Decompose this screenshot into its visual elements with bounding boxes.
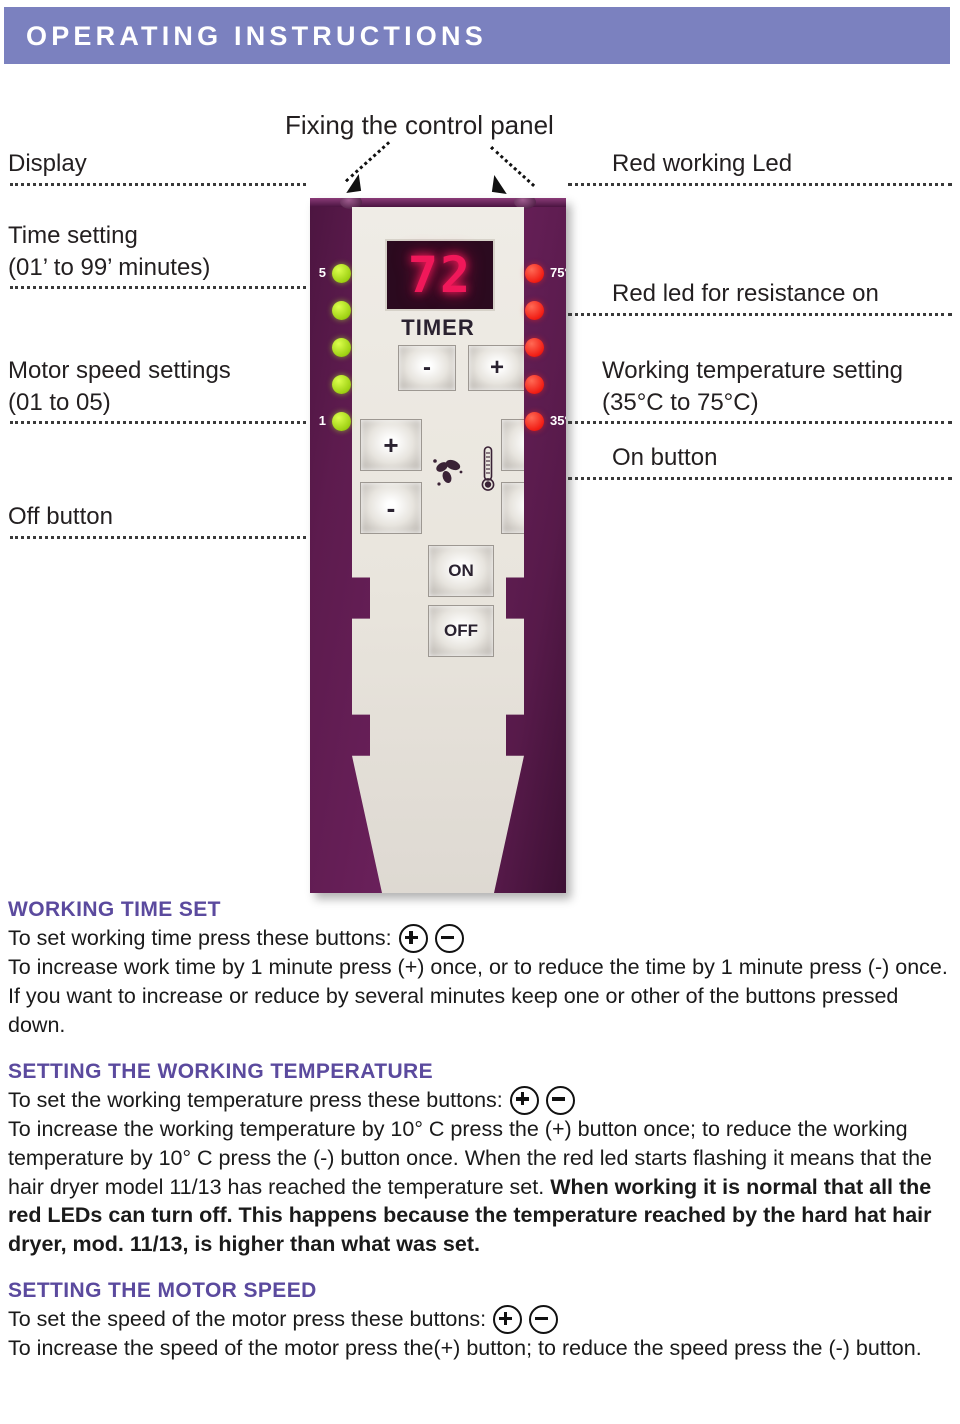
speed-led: [332, 375, 351, 394]
page-header-bar: OPERATING INSTRUCTIONS: [4, 7, 950, 64]
temperature-led: [525, 375, 544, 394]
device-faceplate: 72 TIMER - + + - + - ON OFF: [352, 207, 524, 893]
motor-speed-minus-button[interactable]: -: [360, 482, 422, 534]
off-button[interactable]: OFF: [428, 605, 494, 657]
motor-speed-led-strip: 5 1: [319, 264, 351, 449]
section-button-line: To set the working temperature press the…: [8, 1085, 952, 1115]
callout-working-temperature: Working temperature setting (35°C to 75°…: [602, 355, 903, 418]
plus-circle-icon: [493, 1305, 523, 1335]
speed-led: 1: [319, 412, 351, 431]
speed-led: [332, 301, 351, 320]
fixing-caption: Fixing the control panel: [285, 110, 554, 140]
section-setting-working-temperature: SETTING THE WORKING TEMPERATURE To set t…: [8, 1060, 952, 1260]
callout-line: Working temperature setting: [602, 357, 904, 384]
plus-circle-icon: [509, 1085, 539, 1115]
section-paragraph: To increase the speed of the motor press…: [8, 1336, 922, 1361]
minus-circle-icon: [529, 1305, 559, 1335]
leader-working-temperature: [568, 421, 952, 424]
section-button-line: To set the speed of the motor press thes…: [8, 1305, 952, 1335]
section-button-text: To set working time press these buttons:: [8, 926, 392, 951]
control-panel-diagram: Fixing the control panel Display Time se…: [0, 70, 960, 893]
leader-on-button: [568, 477, 952, 480]
section-setting-motor-speed: SETTING THE MOTOR SPEED To set the speed…: [8, 1279, 952, 1363]
section-button-text: To set the working temperature press the…: [8, 1087, 503, 1112]
leader-display: [10, 183, 306, 186]
callout-off-button: Off button: [8, 501, 113, 533]
temperature-led: 75°: [525, 264, 566, 283]
callout-display: Display: [8, 148, 87, 180]
timer-label: TIMER: [401, 315, 475, 340]
temperature-led: 35°: [525, 412, 566, 431]
arrow-head-right-icon: [491, 175, 510, 194]
timer-plus-button[interactable]: +: [468, 345, 524, 391]
section-heading: WORKING TIME SET: [8, 898, 221, 921]
callout-red-working-led: Red working Led: [612, 148, 792, 180]
leader-off-button: [10, 536, 306, 539]
speed-led-bottom-tag: 1: [318, 413, 326, 428]
temperature-led: [525, 301, 544, 320]
leader-red-led-resistance: [568, 313, 952, 316]
leader-time-setting: [10, 286, 306, 289]
callout-line: Red working Led: [612, 150, 793, 177]
callout-red-led-resistance: Red led for resistance on: [612, 278, 879, 310]
on-button[interactable]: ON: [428, 545, 494, 597]
callout-line: (35°C to 75°C): [602, 388, 759, 416]
minus-circle-icon: [545, 1085, 575, 1115]
speed-led: 5: [319, 264, 351, 283]
display-screen: 72: [385, 239, 495, 311]
temperature-led-bottom-tag: 35°: [550, 413, 566, 428]
temperature-led-top-tag: 75°: [550, 265, 566, 280]
callout-line: On button: [612, 444, 718, 471]
temperature-minus-button[interactable]: -: [501, 482, 524, 534]
callout-line: Display: [8, 150, 87, 177]
instructions-body: WORKING TIME SET To set working time pre…: [8, 898, 952, 1383]
display-value: 72: [407, 246, 473, 304]
plus-circle-icon: [398, 924, 428, 953]
callout-line: (01 to 05): [8, 388, 111, 416]
arrow-head-left-icon: [343, 174, 362, 193]
minus-circle-icon: [434, 924, 464, 953]
leader-red-working-led: [568, 183, 952, 186]
fan-icon: [433, 459, 463, 486]
section-working-time-set: WORKING TIME SET To set working time pre…: [8, 898, 952, 1040]
callout-line: Red led for resistance on: [612, 280, 879, 307]
callout-on-button: On button: [612, 442, 717, 474]
motor-speed-plus-button[interactable]: +: [360, 419, 422, 471]
hair-dryer-control-panel: 72 TIMER - + + - + - ON OFF 5 1 75 35: [310, 198, 566, 893]
temperature-led-strip: 75° 35°: [525, 264, 566, 449]
section-button-line: To set working time press these buttons:: [8, 924, 952, 953]
callout-time-setting: Time setting (01’ to 99’ minutes): [8, 220, 210, 283]
callout-motor-speed: Motor speed settings (01 to 05): [8, 355, 231, 418]
section-button-text: To set the speed of the motor press thes…: [8, 1307, 487, 1332]
callout-line: (01’ to 99’ minutes): [8, 253, 211, 281]
section-paragraph-group: To increase the working temperature by 1…: [8, 1115, 952, 1260]
callout-line: Time setting: [8, 222, 138, 249]
section-heading: SETTING THE WORKING TEMPERATURE: [8, 1059, 434, 1083]
speed-led-top-tag: 5: [318, 265, 326, 280]
callout-line: Off button: [8, 503, 113, 530]
temperature-led: [525, 338, 544, 357]
callout-line: Motor speed settings: [8, 357, 231, 384]
speed-led: [332, 338, 351, 357]
thermometer-icon: [481, 446, 495, 491]
section-paragraph: To increase work time by 1 minute press …: [8, 955, 948, 1037]
timer-minus-button[interactable]: -: [398, 345, 456, 391]
page-title: OPERATING INSTRUCTIONS: [26, 21, 487, 51]
section-heading: SETTING THE MOTOR SPEED: [8, 1279, 317, 1303]
leader-motor-speed: [10, 421, 306, 424]
